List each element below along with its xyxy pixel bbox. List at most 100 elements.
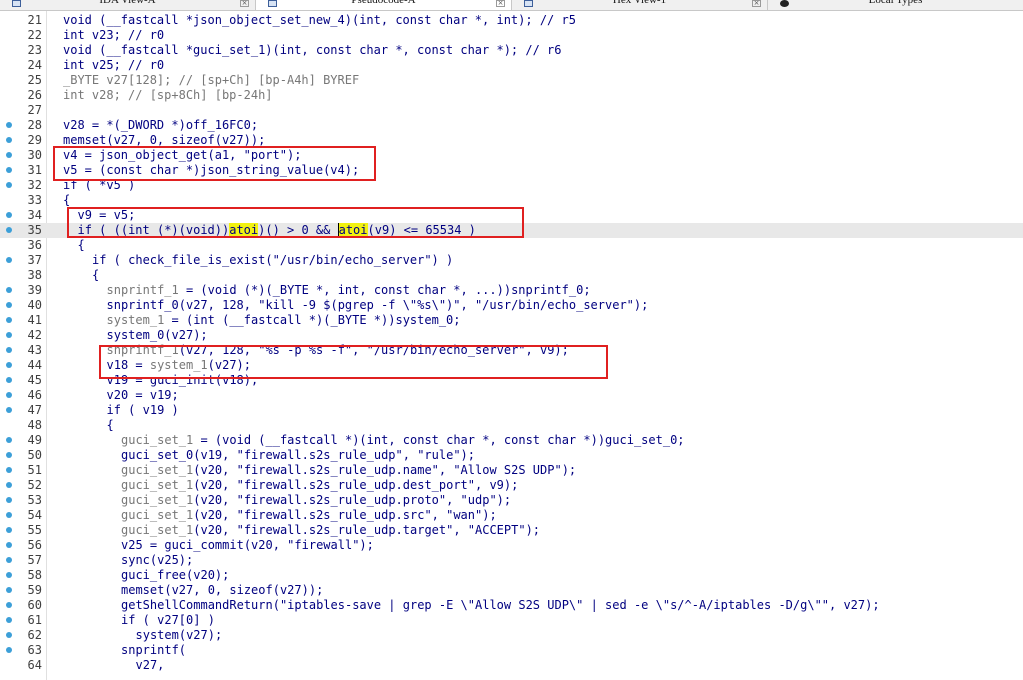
code-line[interactable]: 43 snprintf_1(v27, 128, "%s -p %s -f", "/…: [0, 343, 1023, 358]
code-text: int v28; // [sp+8Ch] [bp-24h]: [63, 88, 273, 103]
code-line[interactable]: 40 snprintf_0(v27, 128, "kill -9 $(pgrep …: [0, 298, 1023, 313]
tab-hex-view-1[interactable]: Hex View-1 ×: [512, 0, 768, 10]
code-line[interactable]: 31 v5 = (const char *)json_string_value(v…: [0, 163, 1023, 178]
code-line[interactable]: 29 memset(v27, 0, sizeof(v27));: [0, 133, 1023, 148]
line-number: 24: [27, 58, 42, 72]
code-line[interactable]: 47 if ( v19 ): [0, 403, 1023, 418]
line-number: 38: [27, 268, 42, 282]
code-line[interactable]: 39 snprintf_1 = (void (*)(_BYTE *, int, c…: [0, 283, 1023, 298]
code-line[interactable]: 21 void (__fastcall *json_object_set_new_…: [0, 13, 1023, 28]
code-line[interactable]: 44 v18 = system_1(v27);: [0, 358, 1023, 373]
code-token-dim: system_1: [106, 313, 165, 327]
code-text: snprintf_1(v27, 128, "%s -p %s -f", "/us…: [107, 343, 569, 358]
code-line[interactable]: 25 _BYTE v27[128]; // [sp+Ch] [bp-A4h] BY…: [0, 73, 1023, 88]
line-number: 22: [27, 28, 42, 42]
code-token: (v20, "firewall.s2s_rule_udp.dest_port",…: [193, 478, 519, 492]
line-number: 30: [27, 148, 42, 162]
code-line[interactable]: 51 guci_set_1(v20, "firewall.s2s_rule_udp…: [0, 463, 1023, 478]
code-line[interactable]: 46 v20 = v19;: [0, 388, 1023, 403]
code-line[interactable]: 28 v28 = *(_DWORD *)off_16FC0;: [0, 118, 1023, 133]
code-line[interactable]: 33 {: [0, 193, 1023, 208]
code-token: (v9) <= 65534 ): [367, 223, 476, 237]
code-line[interactable]: 63 snprintf(: [0, 643, 1023, 658]
tab-local-types[interactable]: Local Types: [768, 0, 1023, 10]
code-text: system_0(v27);: [107, 328, 208, 343]
tab-ida-view-a[interactable]: IDA View-A ×: [0, 0, 256, 10]
code-token: snprintf_0(v27, 128, "kill -9 $(pgrep -f…: [106, 298, 649, 312]
code-text: {: [78, 238, 85, 253]
code-token: {: [106, 418, 114, 432]
line-number: 33: [27, 193, 42, 207]
close-icon[interactable]: ×: [240, 0, 249, 7]
code-text: snprintf(: [121, 643, 186, 658]
line-number: 31: [27, 163, 42, 177]
pseudocode-view[interactable]: 21 void (__fastcall *json_object_set_new_…: [0, 11, 1023, 680]
code-line[interactable]: 34 v9 = v5;: [0, 208, 1023, 223]
code-line[interactable]: 41 system_1 = (int (__fastcall *)(_BYTE *…: [0, 313, 1023, 328]
code-line[interactable]: 23 void (__fastcall *guci_set_1)(int, con…: [0, 43, 1023, 58]
code-token: (v20, "firewall.s2s_rule_udp.target", "A…: [193, 523, 541, 537]
code-line[interactable]: 59 memset(v27, 0, sizeof(v27));: [0, 583, 1023, 598]
code-line[interactable]: 36 {: [0, 238, 1023, 253]
line-number: 23: [27, 43, 42, 57]
code-line[interactable]: 38 {: [0, 268, 1023, 283]
code-text: guci_set_1(v20, "firewall.s2s_rule_udp.t…: [121, 523, 540, 538]
tab-label: Local Types: [868, 0, 923, 6]
code-line[interactable]: 62 system(v27);: [0, 628, 1023, 643]
line-number: 42: [27, 328, 42, 342]
code-token-dim: guci_set_1: [121, 523, 194, 537]
code-text: guci_set_0(v19, "firewall.s2s_rule_udp",…: [121, 448, 475, 463]
code-line[interactable]: 64 v27,: [0, 658, 1023, 673]
code-token: (v20, "firewall.s2s_rule_udp.proto", "ud…: [193, 493, 512, 507]
code-line[interactable]: 42 system_0(v27);: [0, 328, 1023, 343]
code-line[interactable]: 54 guci_set_1(v20, "firewall.s2s_rule_udp…: [0, 508, 1023, 523]
code-text: {: [63, 193, 70, 208]
code-line[interactable]: 52 guci_set_1(v20, "firewall.s2s_rule_udp…: [0, 478, 1023, 493]
code-line[interactable]: 26 int v28; // [sp+8Ch] [bp-24h]: [0, 88, 1023, 103]
code-token: if ( v27[0] ): [121, 613, 215, 627]
code-token: = (void (__fastcall *)(int, const char *…: [193, 433, 685, 447]
code-line[interactable]: 53 guci_set_1(v20, "firewall.s2s_rule_udp…: [0, 493, 1023, 508]
code-line[interactable]: 22 int v23; // r0: [0, 28, 1023, 43]
code-text: v5 = (const char *)json_string_value(v4)…: [63, 163, 359, 178]
code-line[interactable]: 45 v19 = guci_init(v18);: [0, 373, 1023, 388]
code-line[interactable]: 56 v25 = guci_commit(v20, "firewall");: [0, 538, 1023, 553]
code-line[interactable]: 60 getShellCommandReturn("iptables-save |…: [0, 598, 1023, 613]
code-token-dim: guci_set_1: [121, 463, 194, 477]
code-text: if ( v27[0] ): [121, 613, 215, 628]
code-line[interactable]: 37 if ( check_file_is_exist("/usr/bin/ech…: [0, 253, 1023, 268]
code-line[interactable]: 27: [0, 103, 1023, 118]
line-number: 27: [27, 103, 42, 117]
code-line[interactable]: 24 int v25; // r0: [0, 58, 1023, 73]
code-text: {: [107, 418, 114, 433]
code-text: sync(v25);: [121, 553, 193, 568]
code-line[interactable]: 30 v4 = json_object_get(a1, "port");: [0, 148, 1023, 163]
line-number: 41: [27, 313, 42, 327]
code-text: if ( *v5 ): [63, 178, 135, 193]
close-icon[interactable]: ×: [496, 0, 505, 7]
code-text: guci_set_1(v20, "firewall.s2s_rule_udp.d…: [121, 478, 518, 493]
code-line[interactable]: 55 guci_set_1(v20, "firewall.s2s_rule_udp…: [0, 523, 1023, 538]
line-number: 47: [27, 403, 42, 417]
line-number: 58: [27, 568, 42, 582]
tab-pseudocode-a[interactable]: Pseudocode-A ×: [256, 0, 512, 10]
code-token: v28 = *(_DWORD *)off_16FC0;: [63, 118, 259, 132]
line-number: 26: [27, 88, 42, 102]
code-text: v18 = system_1(v27);: [107, 358, 252, 373]
code-line[interactable]: 35 if ( ((int (*)(void))atoi)() > 0 && at…: [0, 223, 1023, 238]
code-line[interactable]: 58 guci_free(v20);: [0, 568, 1023, 583]
code-line[interactable]: 32 if ( *v5 ): [0, 178, 1023, 193]
close-icon[interactable]: ×: [752, 0, 761, 7]
code-line[interactable]: 48 {: [0, 418, 1023, 433]
code-token: {: [63, 193, 71, 207]
code-token: void (__fastcall *guci_set_1)(int, const…: [63, 43, 562, 57]
code-line[interactable]: 57 sync(v25);: [0, 553, 1023, 568]
code-line[interactable]: 50 guci_set_0(v19, "firewall.s2s_rule_udp…: [0, 448, 1023, 463]
line-number: 37: [27, 253, 42, 267]
code-line[interactable]: 61 if ( v27[0] ): [0, 613, 1023, 628]
code-token: system_0(v27);: [106, 328, 208, 342]
line-number: 53: [27, 493, 42, 507]
code-token: {: [92, 268, 100, 282]
line-number: 64: [27, 658, 42, 672]
code-line[interactable]: 49 guci_set_1 = (void (__fastcall *)(int,…: [0, 433, 1023, 448]
